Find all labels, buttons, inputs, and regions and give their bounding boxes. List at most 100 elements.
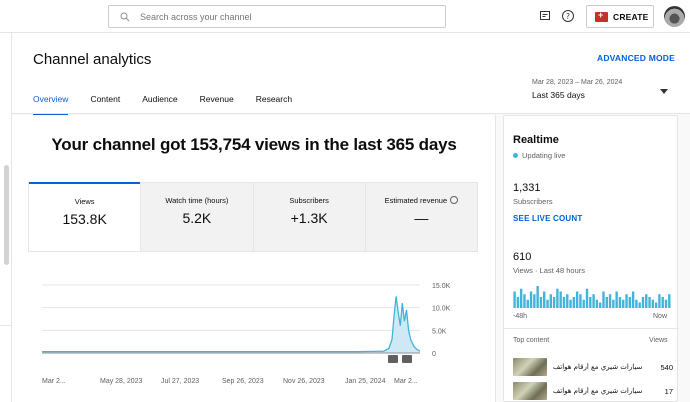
tab-research[interactable]: Research — [256, 94, 292, 116]
y-tick-label: 15.0K — [432, 283, 451, 290]
realtime-bar — [615, 291, 618, 308]
video-title[interactable]: سيارات شيري مع أرقام هواتف — [553, 387, 651, 395]
left-nav-scrollbar[interactable] — [4, 165, 9, 265]
x-tick-label: Mar 2... — [42, 378, 66, 385]
realtime-bar — [543, 291, 546, 308]
metric-label: Estimated revenue — [366, 196, 477, 205]
metric-label: Watch time (hours) — [165, 196, 229, 205]
realtime-bar — [572, 297, 576, 308]
realtime-bar — [569, 299, 572, 308]
clock-icon — [450, 196, 459, 205]
video-camera-icon — [595, 10, 608, 22]
realtime-bar — [523, 294, 526, 308]
search-box[interactable] — [108, 5, 446, 28]
x-tick-label: Nov 26, 2023 — [283, 378, 325, 385]
video-thumbnail[interactable] — [513, 382, 547, 400]
search-input[interactable] — [140, 11, 420, 22]
views-headline: Your channel got 153,754 views in the la… — [51, 135, 457, 154]
marker-icon — [402, 355, 412, 363]
metric-watch-time[interactable]: Watch time (hours) 5.2K — [140, 183, 253, 251]
help-icon[interactable]: ? — [559, 7, 577, 25]
realtime-bar — [598, 302, 602, 308]
date-range-label: Last 365 days — [532, 90, 585, 100]
left-nav — [0, 33, 12, 402]
realtime-bar — [664, 299, 668, 308]
realtime-bar — [654, 302, 658, 308]
realtime-bar — [562, 297, 566, 308]
realtime-bar — [566, 294, 569, 308]
realtime-bar — [513, 291, 516, 308]
tab-revenue[interactable]: Revenue — [200, 94, 234, 116]
see-live-count-link[interactable]: SEE LIVE COUNT — [513, 214, 582, 223]
tab-audience[interactable]: Audience — [142, 94, 177, 116]
metric-label-text: Estimated revenue — [384, 196, 448, 205]
mini-chart-end-label: Now — [653, 313, 668, 320]
top-content-row[interactable]: سيارات شيري مع أرقام هواتف 540 — [513, 358, 673, 376]
realtime-bar — [658, 294, 661, 308]
realtime-bar — [589, 297, 592, 308]
tab-overview[interactable]: Overview — [33, 94, 69, 116]
metric-estimated-revenue[interactable]: Estimated revenue — — [364, 183, 477, 251]
realtime-views-value: 610 — [513, 251, 532, 263]
top-content-row[interactable]: سيارات شيري مع أرقام هواتف 17 — [513, 382, 673, 400]
video-views: 17 — [664, 386, 673, 396]
realtime-bar — [612, 299, 615, 308]
top-content-views-label: Views — [649, 337, 668, 344]
realtime-bar — [641, 297, 645, 308]
metric-subscribers[interactable]: Subscribers +1.3K — [252, 183, 365, 251]
x-tick-label: May 28, 2023 — [100, 378, 143, 385]
metric-views[interactable]: Views 153.8K — [29, 182, 141, 251]
date-range-picker[interactable]: Mar 28, 2023 – Mar 26, 2024 Last 365 day… — [532, 79, 622, 100]
video-thumbnail[interactable] — [513, 358, 547, 376]
realtime-bar — [668, 294, 671, 308]
y-tick-label: 5.0K — [432, 328, 447, 335]
search-icon — [120, 12, 130, 21]
realtime-bar — [579, 294, 582, 308]
realtime-bar — [575, 291, 579, 308]
top-content-label: Top content — [513, 337, 550, 344]
x-tick-label: Mar 2... — [394, 378, 418, 385]
realtime-subscribers-value: 1,331 — [513, 182, 541, 194]
feedback-icon[interactable] — [536, 7, 554, 25]
realtime-bar — [592, 294, 595, 308]
chevron-down-icon[interactable] — [660, 89, 668, 94]
y-tick-label: 10.0K — [432, 306, 451, 313]
x-tick-label: Jul 27, 2023 — [161, 378, 199, 385]
left-nav-divider — [0, 325, 12, 326]
metric-value: — — [414, 210, 429, 227]
realtime-bar — [638, 302, 641, 308]
metric-value: +1.3K — [290, 210, 328, 226]
tab-content[interactable]: Content — [90, 94, 120, 116]
realtime-bar — [618, 297, 622, 308]
realtime-bar — [552, 297, 556, 308]
mini-chart-start-label: -48h — [513, 313, 528, 320]
realtime-bar — [582, 299, 585, 308]
advanced-mode-link[interactable]: ADVANCED MODE — [597, 53, 675, 63]
chart-area — [42, 296, 420, 353]
realtime-bar — [529, 291, 533, 308]
views-chart: 15.0K 10.0K 5.0K 0 Mar 2... May 28, 2023 Jul 2… — [42, 283, 451, 385]
create-button[interactable]: CREATE — [586, 5, 654, 28]
video-title[interactable]: سيارات شيري مع أرقام هواتف — [553, 363, 651, 371]
live-status: Updating live — [513, 151, 565, 160]
realtime-bar — [585, 288, 589, 308]
realtime-bar — [602, 291, 605, 308]
video-views: 540 — [660, 362, 673, 372]
overview-card: Your channel got 153,754 views in the la… — [12, 115, 496, 402]
realtime-bar — [516, 297, 520, 308]
realtime-bar — [661, 297, 664, 308]
realtime-bar — [625, 294, 628, 308]
realtime-views-label: Views · Last 48 hours — [513, 266, 585, 275]
live-dot-icon — [513, 153, 518, 158]
realtime-title: Realtime — [513, 134, 559, 146]
realtime-bar — [546, 299, 549, 308]
realtime-bar — [539, 297, 543, 308]
realtime-bar — [556, 288, 559, 308]
realtime-bar — [526, 299, 529, 308]
realtime-bar — [519, 288, 523, 308]
realtime-bar — [628, 297, 631, 308]
y-tick-label: 0 — [432, 351, 436, 358]
avatar[interactable] — [664, 6, 685, 27]
metric-label: Views — [74, 197, 95, 206]
svg-text:?: ? — [566, 12, 570, 21]
